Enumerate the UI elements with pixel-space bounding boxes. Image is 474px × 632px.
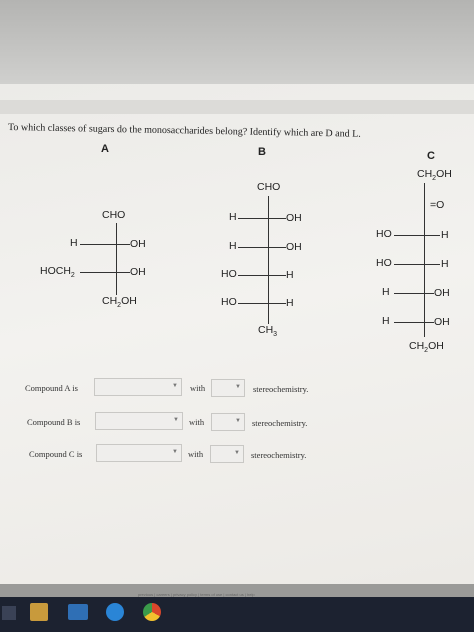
a-backbone	[116, 223, 117, 295]
chevron-down-icon: ▼	[234, 450, 240, 456]
start-icon[interactable]	[2, 606, 16, 620]
c-backbone	[424, 183, 425, 337]
chevron-down-icon: ▼	[172, 449, 178, 455]
compound-c-class-select[interactable]: ▼	[96, 444, 182, 462]
chevron-down-icon: ▼	[235, 418, 241, 424]
edge-browser-icon[interactable]	[106, 603, 124, 621]
a-cho: CHO	[102, 209, 126, 221]
answer-a-label: Compound A is	[25, 383, 78, 393]
header-strip	[0, 100, 474, 114]
label-c: C	[427, 150, 435, 162]
answer-b-label: Compound B is	[27, 417, 81, 427]
c-bottom: CH2OH	[409, 340, 444, 355]
c-row3-right: OH	[434, 287, 450, 299]
c-row2-bond	[394, 264, 440, 265]
b-row4-left: HO	[221, 296, 237, 308]
b-row2-bond	[238, 247, 286, 248]
b-row3-left: HO	[221, 268, 237, 280]
b-bottom: CH3	[258, 324, 278, 339]
label-a: A	[101, 143, 109, 155]
answer-b-with: with	[189, 417, 205, 427]
b-row1-right: OH	[286, 212, 302, 224]
chevron-down-icon: ▼	[235, 384, 241, 390]
c-row3-left: H	[382, 286, 390, 298]
c-row2-right: H	[441, 258, 449, 270]
b-row4-right: H	[286, 297, 294, 309]
c-row2-left: HO	[376, 257, 392, 269]
mail-icon[interactable]	[68, 604, 88, 620]
compound-a-class-select[interactable]: ▼	[94, 378, 182, 396]
c-top: CH2OH	[417, 168, 452, 183]
answer-c-with: with	[188, 449, 204, 459]
b-row2-left: H	[229, 240, 237, 252]
b-row1-left: H	[229, 211, 237, 223]
answer-a-suffix: stereochemistry.	[253, 384, 309, 394]
b-row3-right: H	[286, 269, 294, 281]
a-row1-left: H	[70, 237, 78, 249]
c-row1-bond	[394, 235, 440, 236]
label-b: B	[258, 146, 266, 158]
c-row4-bond	[394, 322, 434, 323]
photo-background	[0, 0, 474, 84]
compound-b-dl-select[interactable]: ▼	[211, 413, 245, 431]
store-icon[interactable]	[30, 603, 48, 621]
compound-b-class-select[interactable]: ▼	[95, 412, 183, 430]
page-body	[0, 84, 474, 584]
a-row2-bond	[80, 272, 130, 273]
a-row2-left: HOCH2	[40, 265, 75, 280]
compound-a-dl-select[interactable]: ▼	[211, 379, 245, 397]
answer-c-label: Compound C is	[29, 449, 83, 459]
answer-b-suffix: stereochemistry.	[252, 418, 308, 428]
b-row3-bond	[238, 275, 286, 276]
answer-a-with: with	[190, 383, 206, 393]
a-row1-right: OH	[130, 238, 146, 250]
b-backbone	[268, 196, 269, 324]
b-row2-right: OH	[286, 241, 302, 253]
a-row1-bond	[80, 244, 130, 245]
c-carbonyl: =O	[430, 199, 445, 211]
b-row4-bond	[238, 303, 286, 304]
chevron-down-icon: ▼	[172, 383, 178, 389]
b-row1-bond	[238, 218, 286, 219]
answer-c-suffix: stereochemistry.	[251, 450, 307, 460]
a-bottom: CH2OH	[102, 295, 137, 310]
c-row3-bond	[394, 293, 434, 294]
c-row4-left: H	[382, 315, 390, 327]
a-row2-right: OH	[130, 266, 146, 278]
chrome-browser-icon[interactable]	[143, 603, 161, 621]
c-row4-right: OH	[434, 316, 450, 328]
chevron-down-icon: ▼	[173, 417, 179, 423]
compound-c-dl-select[interactable]: ▼	[210, 445, 244, 463]
c-row1-right: H	[441, 229, 449, 241]
c-row1-left: HO	[376, 228, 392, 240]
b-cho: CHO	[257, 181, 281, 193]
